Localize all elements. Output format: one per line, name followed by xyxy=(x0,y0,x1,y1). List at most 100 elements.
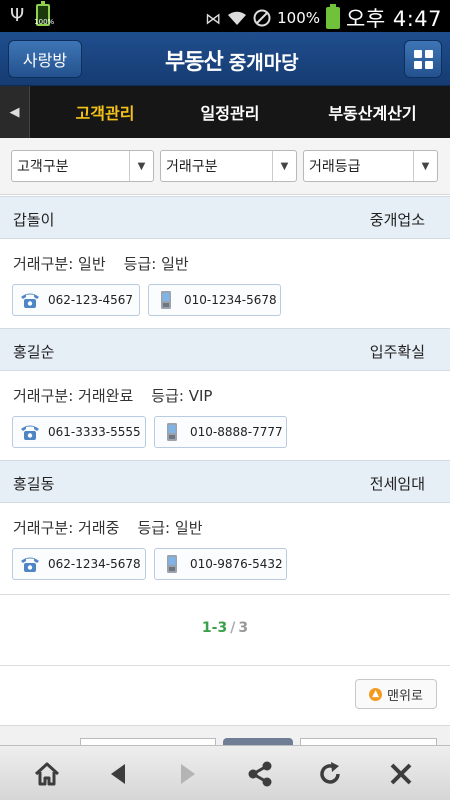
app-subtitle: 중개마당 xyxy=(228,52,299,74)
call-phone-button[interactable]: 062-1234-5678 xyxy=(12,548,146,580)
footer-input[interactable] xyxy=(80,738,216,745)
deal-label: 거래구분: xyxy=(13,519,74,537)
footer-input-secondary[interactable] xyxy=(300,738,437,745)
deal-type-value: 거래구분 xyxy=(166,159,218,175)
customer-info: 거래구분: 거래중 등급: 일반 xyxy=(13,517,203,538)
forward-button[interactable] xyxy=(168,754,208,794)
app-title: 부동산 중개마당 xyxy=(165,44,299,76)
customer-info: 거래구분: 거래완료 등급: VIP xyxy=(13,385,212,406)
footer-partial xyxy=(0,725,450,745)
deal-status: 거래구분: 거래완료 xyxy=(13,387,133,405)
pagination: 1-3/3 xyxy=(0,620,450,636)
tab-bar: ◀ 고객관리 일정관리 부동산계산기 xyxy=(0,86,450,138)
deal-value: 일반 xyxy=(78,255,106,273)
tab-real-estate-calculator[interactable]: 부동산계산기 xyxy=(300,86,445,138)
refresh-button[interactable] xyxy=(310,754,350,794)
telephone-icon xyxy=(19,422,41,442)
battery-full-notification-icon: 100% xyxy=(34,1,54,26)
customer-header[interactable]: 홍길순 입주확실 xyxy=(0,328,450,371)
page-separator: / xyxy=(230,620,236,636)
home-icon xyxy=(34,762,60,786)
chevron-down-icon: ▼ xyxy=(129,151,153,181)
grade: 등급: 일반 xyxy=(137,519,202,537)
tab-schedule-management[interactable]: 일정관리 xyxy=(170,86,290,138)
grade-value: 일반 xyxy=(174,519,203,537)
tab-customer-management[interactable]: 고객관리 xyxy=(40,86,170,138)
footer-button[interactable] xyxy=(223,738,293,745)
call-phone-button[interactable]: 062-123-4567 xyxy=(12,284,140,316)
customer-name: 홍길동 xyxy=(13,475,55,493)
customer-info: 거래구분: 일반 등급: 일반 xyxy=(13,253,189,274)
mobile-number: 010-8888-7777 xyxy=(190,425,283,439)
grade: 등급: VIP xyxy=(151,387,212,405)
no-sim-icon xyxy=(253,9,271,27)
mobile-phone-icon xyxy=(161,422,183,442)
usb-icon: Ψ xyxy=(10,4,25,26)
close-button[interactable] xyxy=(381,754,421,794)
grid-icon-cell xyxy=(413,60,422,69)
section-divider xyxy=(0,665,450,666)
back-button[interactable] xyxy=(98,754,138,794)
customer-type-select[interactable]: 고객구분 ▼ xyxy=(11,150,154,182)
customer-category: 중개업소 xyxy=(369,211,425,229)
mobile-number: 010-1234-5678 xyxy=(184,293,277,307)
telephone-icon xyxy=(19,290,41,310)
deal-value: 거래중 xyxy=(78,519,120,537)
mobile-phone-icon xyxy=(155,290,177,310)
deal-value: 거래완료 xyxy=(78,387,134,405)
browser-nav-bar xyxy=(0,745,450,800)
grade-label: 등급: xyxy=(123,255,157,273)
phone-number: 061-3333-5555 xyxy=(48,425,141,439)
mobile-phone-icon xyxy=(161,554,183,574)
arrow-up-icon: ▲ xyxy=(369,687,383,701)
filter-bar: 고객구분 ▼ 거래구분 ▼ 거래등급 ▼ xyxy=(0,138,450,195)
home-button[interactable] xyxy=(27,754,67,794)
customer-category: 입주확실 xyxy=(369,343,425,361)
call-phone-button[interactable]: 061-3333-5555 xyxy=(12,416,146,448)
grade-label: 등급: xyxy=(137,519,171,537)
battery-mini-label: 100% xyxy=(34,18,55,26)
grid-icon xyxy=(413,49,422,58)
share-button[interactable] xyxy=(240,754,280,794)
close-icon xyxy=(390,763,412,785)
refresh-icon xyxy=(320,762,340,784)
list-divider xyxy=(0,594,450,595)
back-to-top-label: 맨위로 xyxy=(387,688,423,704)
caret-left-icon: ◀ xyxy=(9,104,20,120)
mobile-number: 010-9876-5432 xyxy=(190,557,283,571)
forward-icon xyxy=(181,764,195,784)
page-range[interactable]: 1-3 xyxy=(202,620,227,636)
mute-icon: ⋈ xyxy=(205,8,222,28)
grade-select[interactable]: 거래등급 ▼ xyxy=(303,150,438,182)
phone-number: 062-1234-5678 xyxy=(48,557,141,571)
call-mobile-button[interactable]: 010-8888-7777 xyxy=(154,416,287,448)
customer-header[interactable]: 갑돌이 중개업소 xyxy=(0,196,450,239)
back-to-top-button[interactable]: ▲ 맨위로 xyxy=(355,679,437,709)
telephone-icon xyxy=(19,554,41,574)
chevron-down-icon: ▼ xyxy=(272,151,296,181)
call-mobile-button[interactable]: 010-1234-5678 xyxy=(148,284,281,316)
sarangbang-button[interactable]: 사랑방 xyxy=(8,40,82,78)
deal-label: 거래구분: xyxy=(13,255,74,273)
battery-icon xyxy=(326,4,341,29)
call-mobile-button[interactable]: 010-9876-5432 xyxy=(154,548,287,580)
menu-grid-button[interactable] xyxy=(404,40,442,78)
deal-label: 거래구분: xyxy=(13,387,74,405)
tab-back-button[interactable]: ◀ xyxy=(0,86,30,138)
app-brand: 부동산 xyxy=(165,49,224,75)
share-icon xyxy=(248,761,272,787)
customer-category: 전세임대 xyxy=(369,475,425,493)
app-header: 사랑방 부동산 중개마당 xyxy=(0,32,450,86)
customer-name: 홍길순 xyxy=(13,343,55,361)
grid-icon-cell xyxy=(424,60,433,69)
clock: 오후 4:47 xyxy=(346,7,442,31)
grid-icon-cell xyxy=(424,49,433,58)
customer-type-value: 고객구분 xyxy=(17,159,69,175)
grade-label: 등급: xyxy=(151,387,184,405)
deal-type-select[interactable]: 거래구분 ▼ xyxy=(160,150,297,182)
grade: 등급: 일반 xyxy=(124,255,189,273)
page-total: 3 xyxy=(238,620,249,636)
customer-header[interactable]: 홍길동 전세임대 xyxy=(0,460,450,503)
back-icon xyxy=(111,764,125,784)
battery-percent: 100% xyxy=(277,9,321,27)
